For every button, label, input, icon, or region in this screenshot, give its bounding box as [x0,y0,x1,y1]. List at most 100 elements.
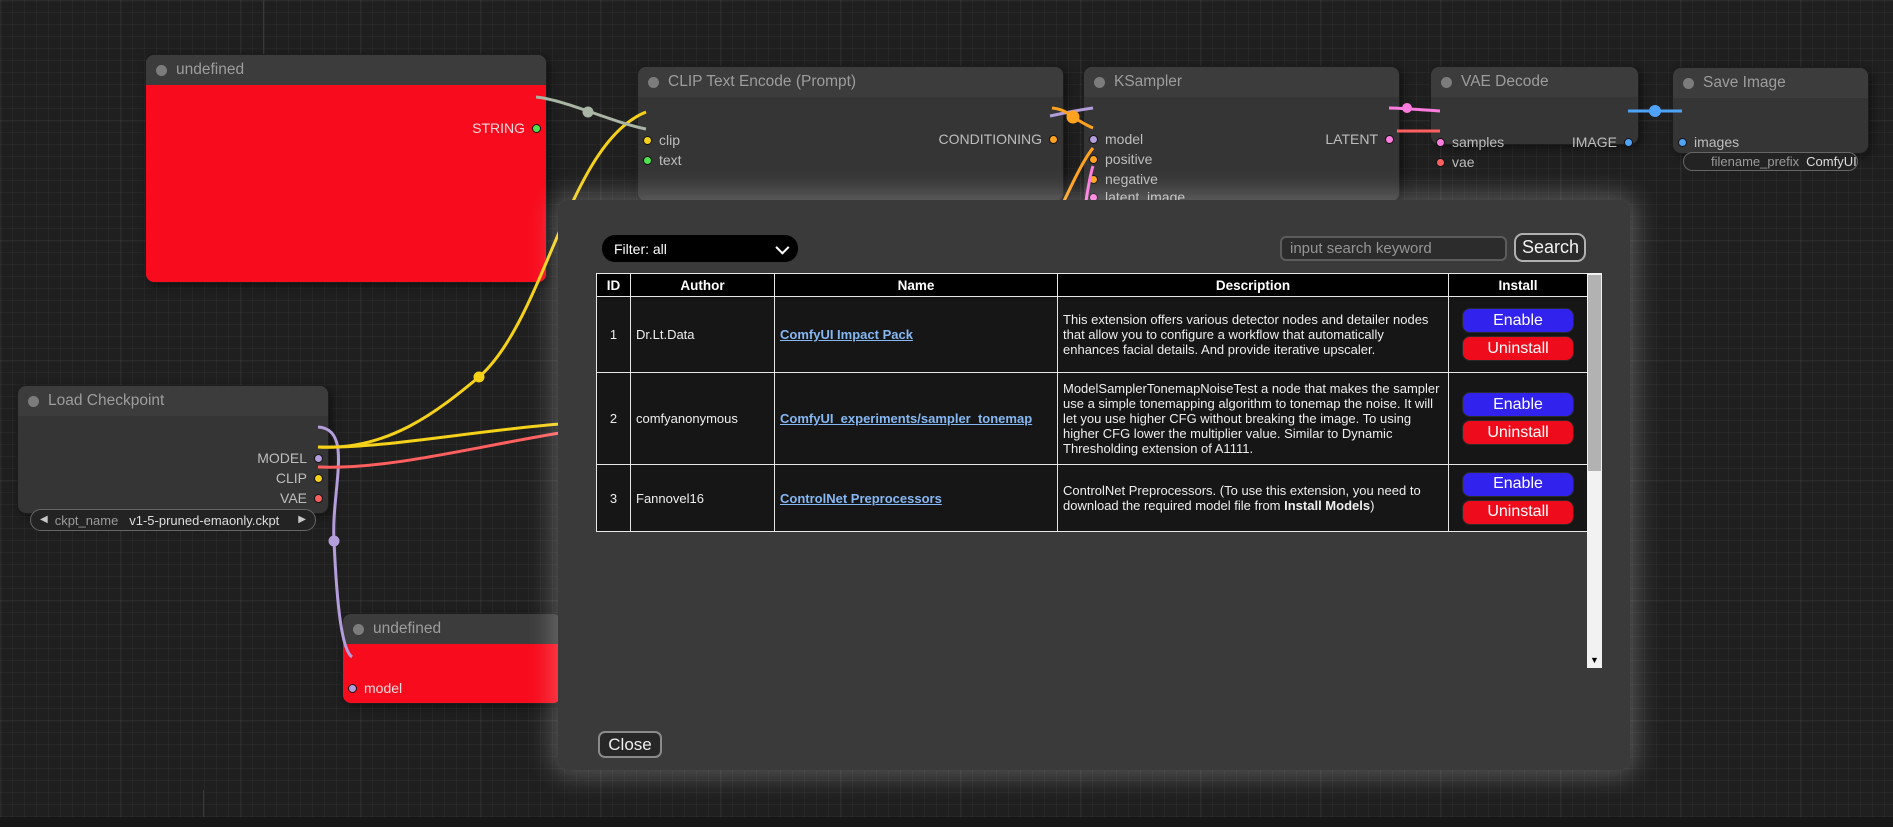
collapse-dot-icon[interactable] [1683,78,1694,89]
prev-arrow-icon[interactable]: ◀ [40,515,48,525]
uninstall-button[interactable]: Uninstall [1462,336,1574,361]
ckpt-name-widget[interactable]: ◀ ckpt_name v1-5-pruned-emaonly.ckpt ▶ [30,509,316,531]
output-slot-conditioning[interactable]: CONDITIONING [939,131,1058,147]
close-button[interactable]: Close [598,731,662,758]
model-input-dot[interactable] [1089,135,1098,144]
input-slot-model[interactable]: model [1089,131,1143,147]
wire-midpoint-dot [583,107,594,118]
clip-output-dot[interactable] [314,474,323,483]
node-header[interactable]: Load Checkpoint [18,386,328,416]
node-save-image[interactable]: Save Image images filename_prefix ComfyU… [1672,67,1869,154]
collapse-dot-icon[interactable] [28,396,39,407]
collapse-dot-icon[interactable] [1094,77,1105,88]
wire-clip-2 [318,424,560,447]
node-header[interactable]: Save Image [1673,68,1868,98]
output-slot-string[interactable]: STRING [472,120,541,136]
collapse-dot-icon[interactable] [1441,77,1452,88]
node-header[interactable]: KSampler [1084,67,1399,97]
filter-dropdown-value: Filter: all [614,241,667,257]
model-output-dot[interactable] [314,454,323,463]
search-button[interactable]: Search [1514,233,1586,262]
positive-input-dot[interactable] [1089,155,1098,164]
node-clip-text-encode[interactable]: CLIP Text Encode (Prompt) clip text COND… [637,66,1064,202]
negative-input-dot[interactable] [1089,175,1098,184]
input-slot-samples[interactable]: samples [1436,134,1504,150]
uninstall-button[interactable]: Uninstall [1462,420,1574,445]
extension-row: 1Dr.Lt.DataComfyUI Impact PackThis exten… [597,297,1588,373]
node-body: model positive negative latent_image LAT… [1084,97,1399,201]
extension-link[interactable]: ComfyUI_experiments/sampler_tonemap [780,411,1032,426]
input-slot-negative[interactable]: negative [1089,171,1158,187]
enable-button[interactable]: Enable [1462,392,1574,417]
node-title: KSampler [1114,73,1182,91]
cell-install: Enable Uninstall [1449,297,1588,373]
latent-output-dot[interactable] [1385,135,1394,144]
filter-dropdown[interactable]: Filter: all [602,235,798,262]
node-undefined-bottom[interactable]: undefined model [342,613,562,704]
uninstall-button[interactable]: Uninstall [1462,500,1574,525]
node-vae-decode[interactable]: VAE Decode samples vae IMAGE [1430,66,1639,145]
output-slot-model[interactable]: MODEL [257,450,323,466]
slot-label: images [1694,134,1739,150]
cell-author: Fannovel16 [631,465,775,532]
model-input-dot[interactable] [348,684,357,693]
col-header-name: Name [775,274,1058,297]
cell-name: ControlNet Preprocessors [775,465,1058,532]
extension-link[interactable]: ControlNet Preprocessors [780,491,942,506]
collapse-dot-icon[interactable] [648,77,659,88]
slot-label: positive [1105,151,1152,167]
output-slot-image[interactable]: IMAGE [1572,134,1633,150]
slot-label: STRING [472,120,525,136]
output-slot-clip[interactable]: CLIP [276,470,323,486]
node-ksampler[interactable]: KSampler model positive negative latent_… [1083,66,1400,202]
cell-description: This extension offers various detector n… [1058,297,1449,373]
input-slot-clip[interactable]: clip [643,132,680,148]
node-header[interactable]: CLIP Text Encode (Prompt) [638,67,1063,97]
node-body: samples vae IMAGE [1431,97,1638,144]
next-arrow-icon[interactable]: ▶ [298,515,306,525]
node-load-checkpoint[interactable]: Load Checkpoint MODEL CLIP VAE ◀ ckpt_na… [17,385,329,514]
input-slot-positive[interactable]: positive [1089,151,1152,167]
wire-string [536,97,646,129]
slot-label: text [659,152,682,168]
cell-name: ComfyUI_experiments/sampler_tonemap [775,373,1058,465]
node-header[interactable]: VAE Decode [1431,67,1638,97]
node-header[interactable]: undefined [343,614,561,644]
wire-midpoint-dot [1649,105,1661,117]
input-slot-model[interactable]: model [348,680,402,696]
node-undefined-top[interactable]: undefined STRING [145,54,547,283]
extension-link[interactable]: ComfyUI Impact Pack [780,327,913,342]
output-slot-latent[interactable]: LATENT [1325,131,1394,147]
chevron-down-icon [775,240,789,254]
collapse-dot-icon[interactable] [156,65,167,76]
node-header[interactable]: undefined [146,55,546,85]
samples-input-dot[interactable] [1436,138,1445,147]
table-scrollbar[interactable]: ▼ [1587,273,1602,668]
search-input[interactable] [1280,236,1507,261]
filename-prefix-widget[interactable]: filename_prefix ComfyUI [1683,152,1858,171]
slot-label: model [1105,131,1143,147]
cell-id: 1 [597,297,631,373]
enable-button[interactable]: Enable [1462,308,1574,333]
wire-vae [318,433,560,467]
vae-output-dot[interactable] [314,494,323,503]
input-slot-text[interactable]: text [643,152,682,168]
output-slot-vae[interactable]: VAE [280,490,323,506]
slot-label: IMAGE [1572,134,1617,150]
scrollbar-down-arrow-icon[interactable]: ▼ [1587,652,1602,668]
vae-input-dot[interactable] [1436,158,1445,167]
images-input-dot[interactable] [1678,138,1687,147]
input-slot-vae[interactable]: vae [1436,154,1475,170]
input-slot-images[interactable]: images [1678,134,1739,150]
conditioning-output-dot[interactable] [1049,135,1058,144]
scrollbar-thumb[interactable] [1588,275,1601,471]
enable-button[interactable]: Enable [1462,472,1574,497]
extension-table-body: 1Dr.Lt.DataComfyUI Impact PackThis exten… [597,297,1588,532]
image-output-dot[interactable] [1624,138,1633,147]
col-header-description: Description [1058,274,1449,297]
collapse-dot-icon[interactable] [353,624,364,635]
text-input-dot[interactable] [643,156,652,165]
string-output-dot[interactable] [532,124,541,133]
clip-input-dot[interactable] [643,136,652,145]
extension-row: 2comfyanonymousComfyUI_experiments/sampl… [597,373,1588,465]
